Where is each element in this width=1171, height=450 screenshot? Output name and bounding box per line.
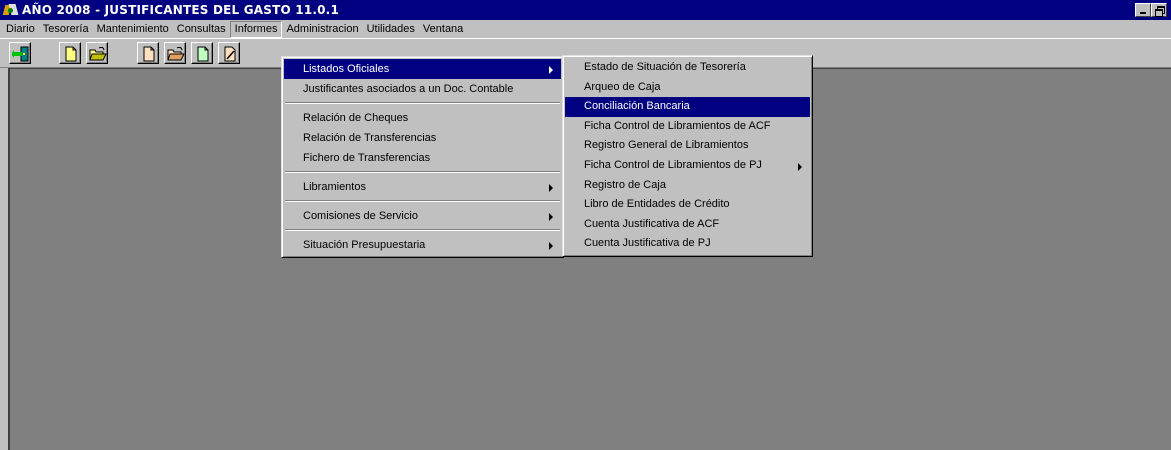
menu-item-estado-situacion-tesoreria[interactable]: Estado de Situación de Tesorería — [565, 58, 810, 78]
open-folder-icon[interactable] — [164, 42, 186, 64]
restore-icon[interactable] — [1151, 3, 1167, 17]
app-window: AÑO 2008 - JUSTIFICANTES DEL GASTO 11.0.… — [0, 0, 1171, 450]
menu-item-relacion-transferencias[interactable]: Relación de Transferencias — [284, 128, 561, 148]
menu-bar: Diario Tesorería Mantenimiento Consultas… — [0, 20, 1171, 38]
menu-item-registro-caja[interactable]: Registro de Caja — [565, 176, 810, 196]
menu-item-comisiones-servicio[interactable]: Comisiones de Servicio — [284, 206, 561, 226]
menu-separator — [284, 197, 561, 206]
menu-item-label: Fichero de Transferencias — [303, 152, 431, 164]
submenu-arrow-icon — [549, 213, 553, 221]
menu-utilidades[interactable]: Utilidades — [363, 21, 419, 38]
new-document-icon[interactable] — [59, 42, 81, 64]
menu-administracion[interactable]: Administracion — [282, 21, 362, 38]
menu-item-relacion-cheques[interactable]: Relación de Cheques — [284, 108, 561, 128]
menu-mantenimiento[interactable]: Mantenimiento — [93, 21, 173, 38]
menu-item-label: Ficha Control de Libramientos de PJ — [584, 158, 762, 171]
menu-item-ficha-control-pj[interactable]: Ficha Control de Libramientos de PJ — [565, 156, 810, 176]
menu-item-label: Estado de Situación de Tesorería — [584, 61, 746, 73]
menu-item-label: Libro de Entidades de Crédito — [584, 198, 730, 211]
menu-informes[interactable]: Informes — [229, 20, 283, 38]
menu-item-label: Listados Oficiales — [303, 63, 390, 75]
open-folder-icon[interactable] — [86, 42, 108, 64]
menu-ventana[interactable]: Ventana — [419, 21, 467, 38]
submenu-arrow-icon — [549, 184, 553, 192]
title-bar[interactable]: AÑO 2008 - JUSTIFICANTES DEL GASTO 11.0.… — [0, 0, 1171, 20]
menu-item-registro-general-libramientos[interactable]: Registro General de Libramientos — [565, 136, 810, 156]
menu-diario[interactable]: Diario — [2, 21, 39, 38]
document-icon[interactable] — [191, 42, 213, 64]
menu-item-label: Arqueo de Caja — [584, 80, 661, 93]
menu-separator — [284, 168, 561, 177]
menu-item-label: Comisiones de Servicio — [303, 210, 418, 222]
menu-item-label: Registro General de Libramientos — [584, 139, 749, 152]
app-logo-icon[interactable] — [2, 2, 19, 18]
menu-item-libramientos[interactable]: Libramientos — [284, 177, 561, 197]
menu-item-label: Justificantes asociados a un Doc. Contab… — [303, 83, 514, 95]
menu-item-label: Registro de Caja — [584, 178, 666, 191]
menu-item-fichero-transferencias[interactable]: Fichero de Transferencias — [284, 148, 561, 168]
menu-item-listados-oficiales[interactable]: Listados Oficiales — [284, 59, 561, 79]
menu-tesoreria[interactable]: Tesorería — [39, 21, 93, 38]
menu-item-label: Libramientos — [303, 181, 366, 193]
menu-item-justificantes-asociados[interactable]: Justificantes asociados a un Doc. Contab… — [284, 79, 561, 99]
menu-item-arqueo-caja[interactable]: Arqueo de Caja — [565, 78, 810, 98]
menu-item-ficha-control-acf[interactable]: Ficha Control de Libramientos de ACF — [565, 117, 810, 137]
informes-menu: Listados Oficiales Justificantes asociad… — [281, 56, 564, 258]
minimize-icon[interactable] — [1135, 3, 1151, 17]
submenu-arrow-icon — [798, 162, 802, 171]
menu-item-situacion-presupuestaria[interactable]: Situación Presupuestaria — [284, 235, 561, 255]
menu-item-label: Cuenta Justificativa de PJ — [584, 237, 711, 250]
menu-item-cuenta-justificativa-acf[interactable]: Cuenta Justificativa de ACF — [565, 215, 810, 235]
menu-item-label: Relación de Transferencias — [303, 132, 437, 144]
menu-separator — [284, 99, 561, 108]
exit-door-icon[interactable] — [9, 42, 31, 64]
menu-item-label: Situación Presupuestaria — [303, 239, 426, 251]
menu-separator — [284, 226, 561, 235]
menu-item-libro-entidades-credito[interactable]: Libro de Entidades de Crédito — [565, 195, 810, 215]
menu-item-label: Ficha Control de Libramientos de ACF — [584, 119, 771, 132]
new-document-icon[interactable] — [137, 42, 159, 64]
listados-oficiales-submenu: Estado de Situación de Tesorería Arqueo … — [562, 55, 813, 257]
menu-item-cuenta-justificativa-pj[interactable]: Cuenta Justificativa de PJ — [565, 234, 810, 254]
submenu-arrow-icon — [549, 66, 553, 74]
menu-item-label: Relación de Cheques — [303, 112, 409, 124]
menu-item-conciliacion-bancaria[interactable]: Conciliación Bancaria — [565, 97, 810, 117]
window-title: AÑO 2008 - JUSTIFICANTES DEL GASTO 11.0.… — [22, 3, 339, 17]
edit-document-icon[interactable] — [218, 42, 240, 64]
submenu-arrow-icon — [549, 242, 553, 250]
menu-item-label: Conciliación Bancaria — [584, 100, 690, 113]
menu-consultas[interactable]: Consultas — [173, 21, 230, 38]
menu-item-label: Cuenta Justificativa de ACF — [584, 217, 720, 230]
